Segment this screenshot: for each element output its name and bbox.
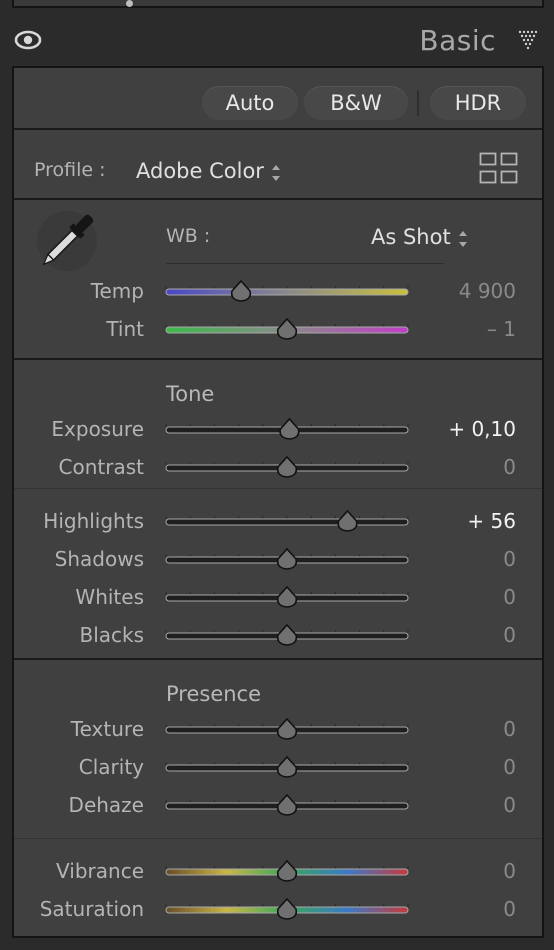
- blacks-value[interactable]: 0: [503, 623, 516, 647]
- subdivider: [14, 488, 542, 489]
- highlights-value[interactable]: + 56: [467, 509, 516, 533]
- contrast-slider[interactable]: [162, 453, 412, 483]
- divider: [14, 128, 542, 130]
- profile-label: Profile :: [34, 159, 106, 181]
- whites-value[interactable]: 0: [503, 585, 516, 609]
- clarity-label: Clarity: [78, 755, 144, 779]
- tint-label: Tint: [106, 317, 144, 341]
- subdivider: [14, 838, 542, 839]
- vibrance-slider[interactable]: [162, 857, 412, 887]
- contrast-value[interactable]: 0: [503, 455, 516, 479]
- wb-select-value[interactable]: As Shot: [371, 225, 451, 249]
- tint-slider[interactable]: [162, 315, 412, 345]
- temp-slider[interactable]: [162, 277, 412, 307]
- contrast-slider-handle[interactable]: [276, 455, 298, 478]
- whites-slider[interactable]: [162, 583, 412, 613]
- shadows-slider[interactable]: [162, 545, 412, 575]
- shadows-value[interactable]: 0: [503, 547, 516, 571]
- panel-title[interactable]: Basic: [419, 24, 496, 57]
- divider: [14, 198, 542, 200]
- scroll-indicator-dot[interactable]: [126, 0, 133, 7]
- saturation-value[interactable]: 0: [503, 897, 516, 921]
- blacks-slider[interactable]: [162, 621, 412, 651]
- highlights-slider[interactable]: [162, 507, 412, 537]
- temp-slider-track[interactable]: [165, 288, 409, 296]
- clarity-value[interactable]: 0: [503, 755, 516, 779]
- clarity-slider[interactable]: [162, 753, 412, 783]
- profile-browser-grid-icon[interactable]: [479, 152, 519, 186]
- saturation-slider[interactable]: [162, 895, 412, 925]
- basic-panel-app: Basic Auto B&W HDR Profile : Adobe Color: [0, 0, 554, 950]
- clarity-slider-handle[interactable]: [276, 755, 298, 778]
- shadows-slider-handle[interactable]: [276, 547, 298, 570]
- auto-button[interactable]: Auto: [202, 86, 298, 120]
- vibrance-slider-handle[interactable]: [276, 859, 298, 882]
- texture-value[interactable]: 0: [503, 717, 516, 741]
- vibrance-value[interactable]: 0: [503, 859, 516, 883]
- dehaze-value[interactable]: 0: [503, 793, 516, 817]
- texture-label: Texture: [70, 717, 144, 741]
- wb-underline: [166, 263, 444, 264]
- temp-value[interactable]: 4 900: [459, 279, 516, 303]
- button-separator: [417, 90, 419, 116]
- temp-label: Temp: [90, 279, 144, 303]
- blacks-slider-handle[interactable]: [276, 623, 298, 646]
- exposure-slider-handle[interactable]: [279, 417, 300, 440]
- tone-section-title: Tone: [166, 382, 215, 406]
- tint-value[interactable]: – 1: [487, 317, 516, 341]
- texture-slider-handle[interactable]: [276, 717, 298, 740]
- dehaze-slider-handle[interactable]: [276, 793, 298, 816]
- dehaze-slider[interactable]: [162, 791, 412, 821]
- white-balance-eyedropper-icon[interactable]: [34, 208, 100, 274]
- profile-chevron-updown-icon[interactable]: [270, 162, 282, 184]
- saturation-label: Saturation: [39, 897, 144, 921]
- previous-panel-scroll-edge: [12, 0, 544, 8]
- divider: [14, 358, 542, 360]
- highlights-slider-handle[interactable]: [337, 509, 358, 532]
- panel-collapse-triangle-icon[interactable]: [518, 30, 540, 50]
- divider: [14, 658, 542, 660]
- exposure-label: Exposure: [51, 417, 144, 441]
- temp-slider-handle[interactable]: [230, 279, 252, 302]
- wb-chevron-updown-icon[interactable]: [457, 228, 469, 250]
- tint-slider-handle[interactable]: [276, 317, 298, 340]
- dehaze-label: Dehaze: [68, 793, 144, 817]
- vibrance-label: Vibrance: [56, 859, 144, 883]
- blacks-label: Blacks: [79, 623, 144, 647]
- exposure-slider[interactable]: [162, 415, 412, 445]
- exposure-value[interactable]: + 0,10: [448, 417, 516, 441]
- saturation-slider-handle[interactable]: [276, 897, 298, 920]
- bw-button[interactable]: B&W: [304, 86, 408, 120]
- presence-section-title: Presence: [166, 682, 262, 706]
- basic-panel: Auto B&W HDR Profile : Adobe Color WB: …: [12, 66, 544, 938]
- hdr-button[interactable]: HDR: [430, 86, 526, 120]
- contrast-label: Contrast: [58, 455, 144, 479]
- whites-slider-handle[interactable]: [276, 585, 298, 608]
- highlights-label: Highlights: [43, 509, 144, 533]
- texture-slider[interactable]: [162, 715, 412, 745]
- shadows-label: Shadows: [54, 547, 144, 571]
- whites-label: Whites: [75, 585, 144, 609]
- eye-icon[interactable]: [14, 28, 42, 52]
- highlights-slider-track[interactable]: [165, 518, 409, 526]
- profile-select-value[interactable]: Adobe Color: [136, 159, 264, 183]
- wb-label: WB :: [166, 225, 211, 247]
